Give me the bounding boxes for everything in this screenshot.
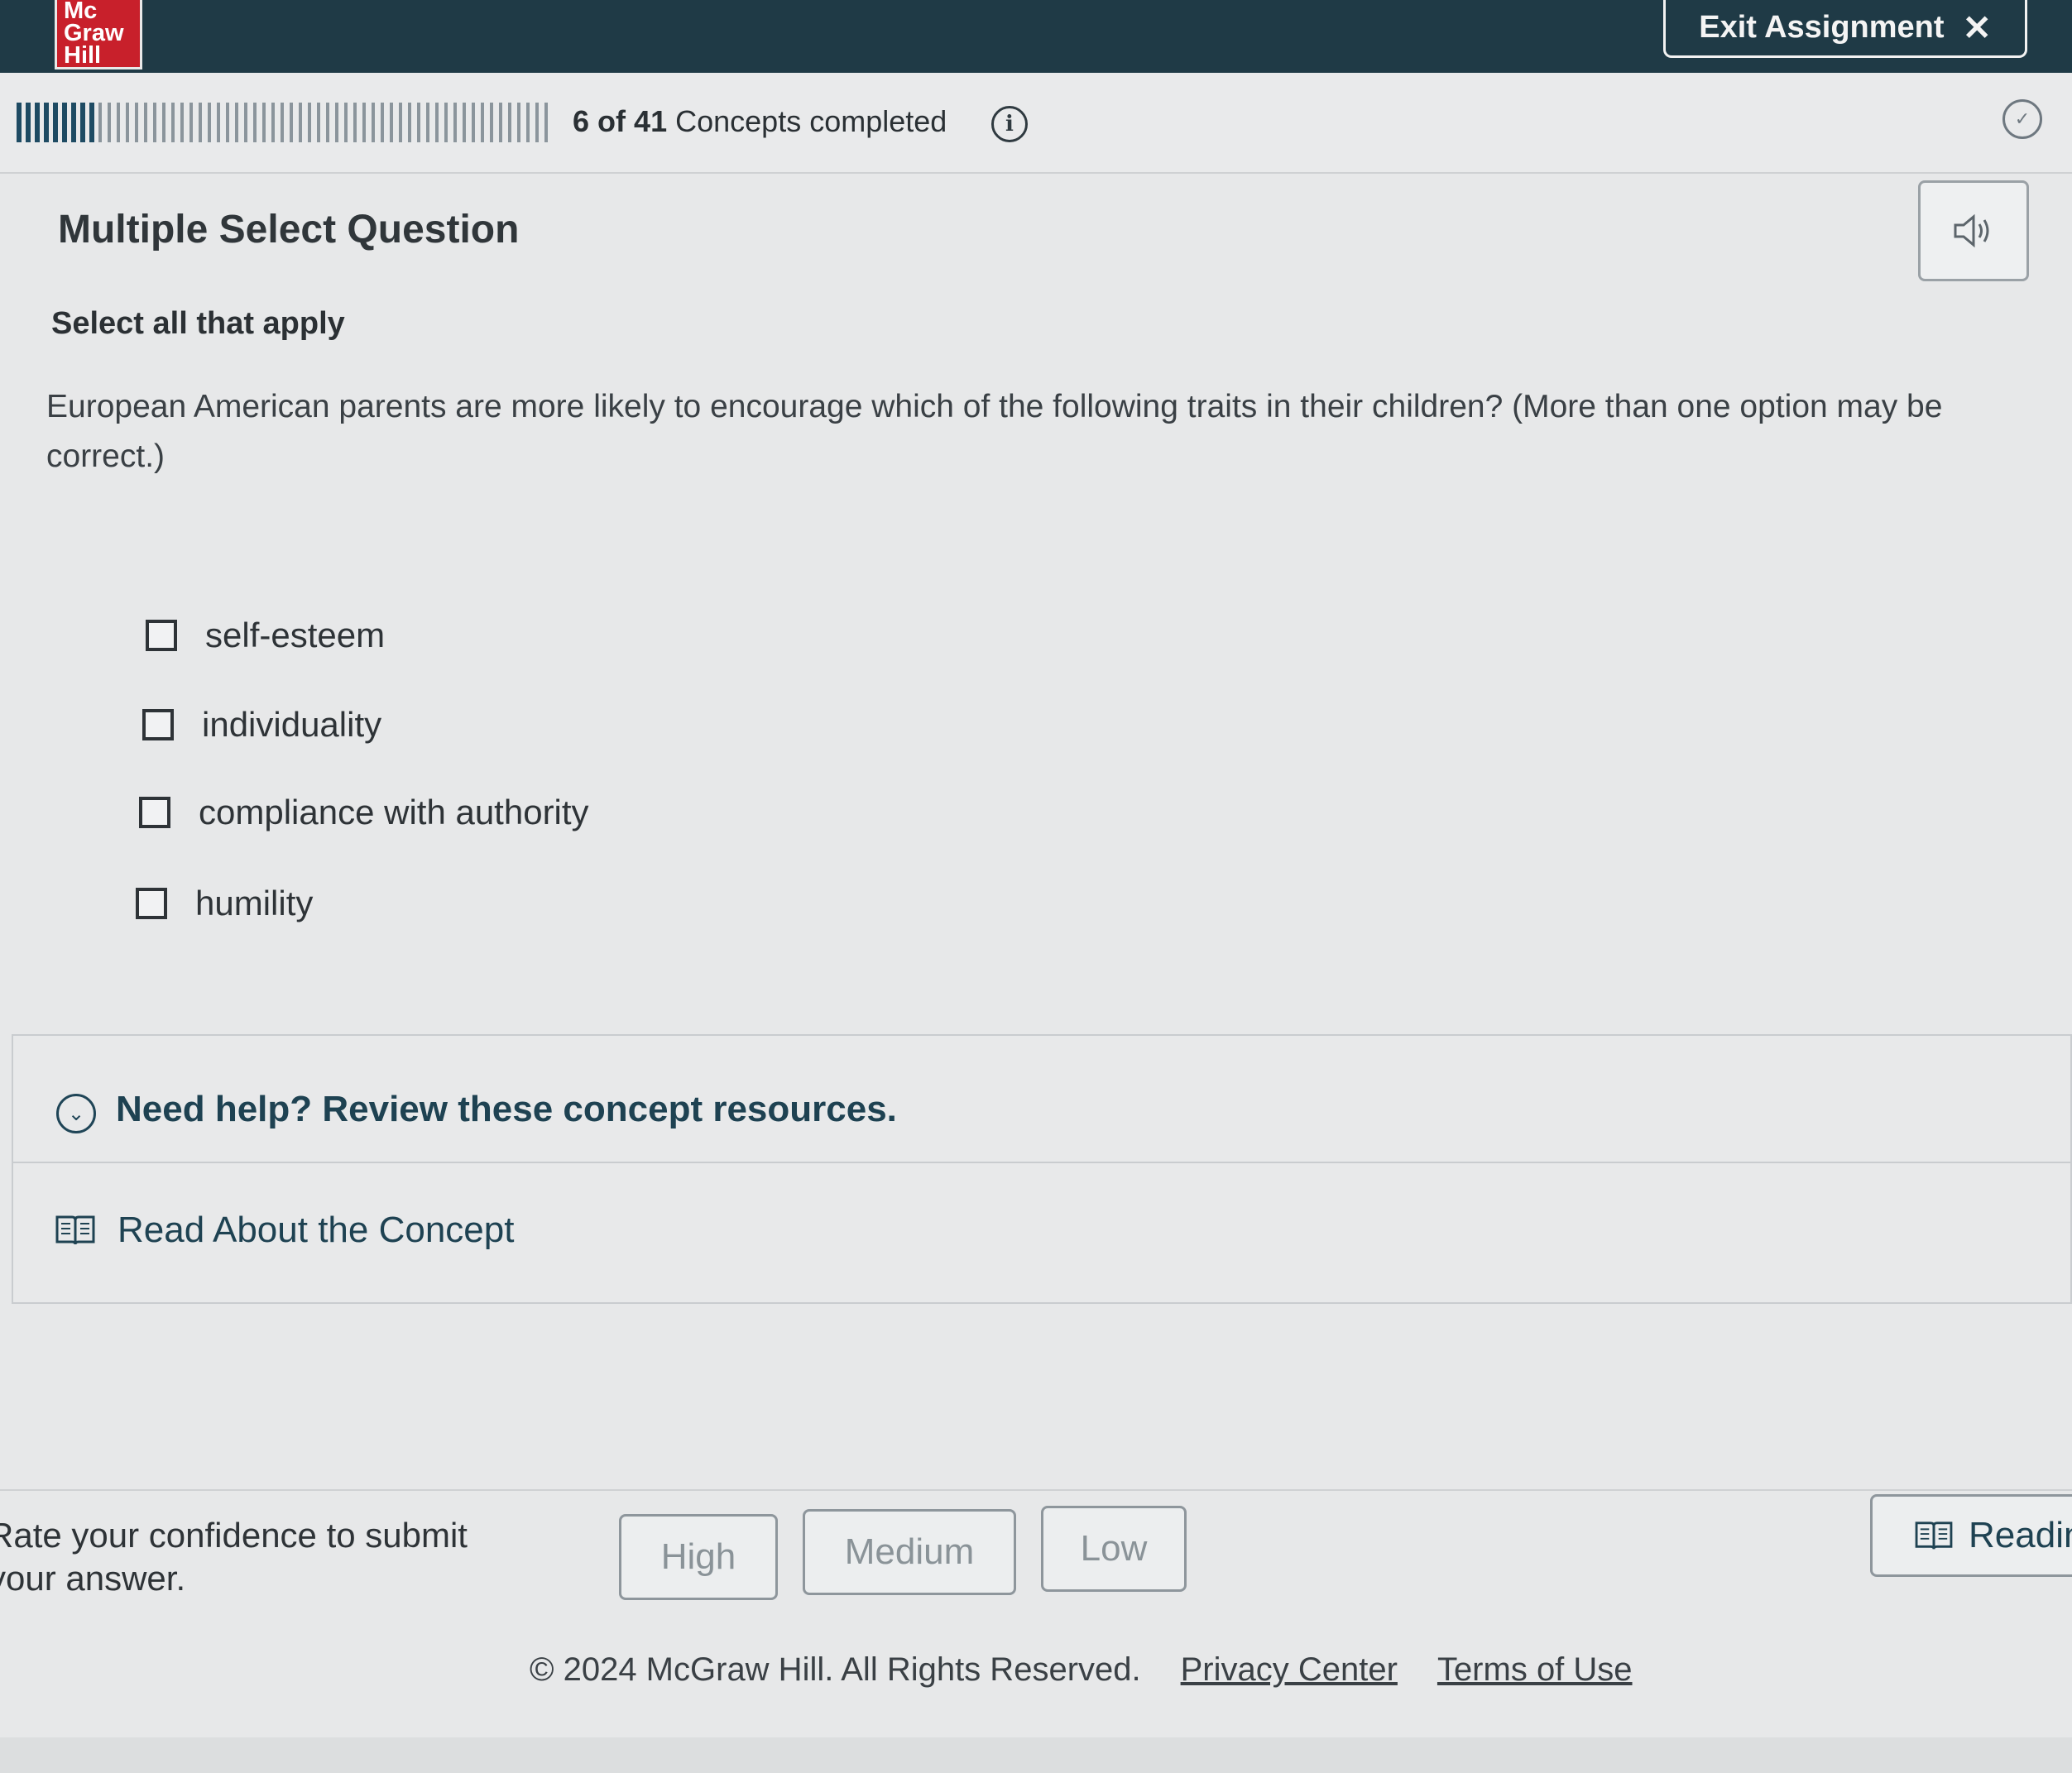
option-compliance-with-authority[interactable]: compliance with authority (139, 793, 589, 832)
question-prompt: European American parents are more likel… (46, 389, 1943, 474)
option-label: compliance with authority (199, 793, 589, 831)
progress-suffix: Concepts completed (675, 104, 947, 138)
top-header: Mc Graw Hill Exit Assignment ✕ (0, 0, 2072, 73)
book-icon (55, 1215, 95, 1245)
confidence-high-button[interactable]: High (619, 1514, 778, 1600)
question-type-title: Multiple Select Question (58, 208, 520, 252)
option-label: individuality (202, 705, 382, 744)
confidence-low-button[interactable]: Low (1041, 1506, 1187, 1592)
option-humility[interactable]: humility (136, 884, 313, 923)
read-about-concept-label: Read About the Concept (118, 1210, 515, 1250)
checkmark-icon[interactable]: ✓ (2002, 99, 2042, 139)
confidence-prompt-line: your answer. (0, 1559, 186, 1598)
logo-line: Mc (64, 0, 98, 24)
option-individuality[interactable]: individuality (142, 705, 381, 745)
info-icon[interactable]: i (991, 106, 1028, 142)
progress-text: 6 of 41 Concepts completed (573, 104, 947, 139)
option-label: humility (195, 884, 314, 922)
reading-label: Readin (1969, 1515, 2072, 1555)
mcgraw-hill-logo: Mc Graw Hill (55, 0, 142, 69)
checkbox[interactable] (146, 620, 177, 651)
confidence-prompt: Rate your confidence to submit your answ… (0, 1514, 518, 1600)
book-icon (1915, 1521, 1953, 1550)
exit-assignment-button[interactable]: Exit Assignment ✕ (1663, 0, 2027, 58)
chevron-down-icon: ⌄ (56, 1094, 96, 1133)
speaker-icon (1954, 213, 1989, 248)
copyright-text: © 2024 McGraw Hill. All Rights Reserved. (530, 1651, 1141, 1688)
checkbox[interactable] (142, 709, 174, 740)
confidence-medium-button[interactable]: Medium (803, 1509, 1016, 1595)
exit-assignment-label: Exit Assignment (1699, 10, 1945, 45)
help-panel: ⌄ Need help? Review these concept resour… (12, 1034, 2072, 1304)
divider (0, 1489, 2072, 1491)
progress-total: 41 (634, 104, 668, 138)
progress-fill (17, 103, 95, 142)
option-label: self-esteem (205, 616, 386, 654)
progress-of: of (597, 104, 626, 138)
help-title: Need help? Review these concept resource… (116, 1089, 897, 1129)
close-icon: ✕ (1962, 8, 1992, 47)
progress-track (17, 103, 553, 142)
confidence-prompt-line: Rate your confidence to submit (0, 1516, 468, 1555)
progress-completed: 6 (573, 104, 590, 138)
privacy-center-link[interactable]: Privacy Center (1181, 1651, 1398, 1689)
question-instruction: Select all that apply (51, 306, 345, 341)
checkbox[interactable] (139, 797, 170, 828)
help-toggle[interactable]: ⌄ Need help? Review these concept resour… (13, 1036, 2070, 1163)
option-self-esteem[interactable]: self-esteem (146, 616, 385, 655)
progress-row: 6 of 41 Concepts completed i (0, 73, 2072, 174)
terms-of-use-link[interactable]: Terms of Use (1437, 1651, 1633, 1689)
bottom-edge (0, 1737, 2072, 1773)
reading-button[interactable]: Readin (1870, 1494, 2072, 1577)
footer: © 2024 McGraw Hill. All Rights Reserved.… (530, 1651, 1633, 1689)
logo-line: Graw (64, 20, 124, 46)
checkbox[interactable] (136, 888, 167, 919)
logo-line: Hill (64, 42, 102, 69)
read-aloud-button[interactable] (1918, 180, 2029, 281)
page: Mc Graw Hill Exit Assignment ✕ 6 of 41 C… (0, 0, 2072, 1773)
read-about-concept-link[interactable]: Read About the Concept (55, 1210, 514, 1251)
